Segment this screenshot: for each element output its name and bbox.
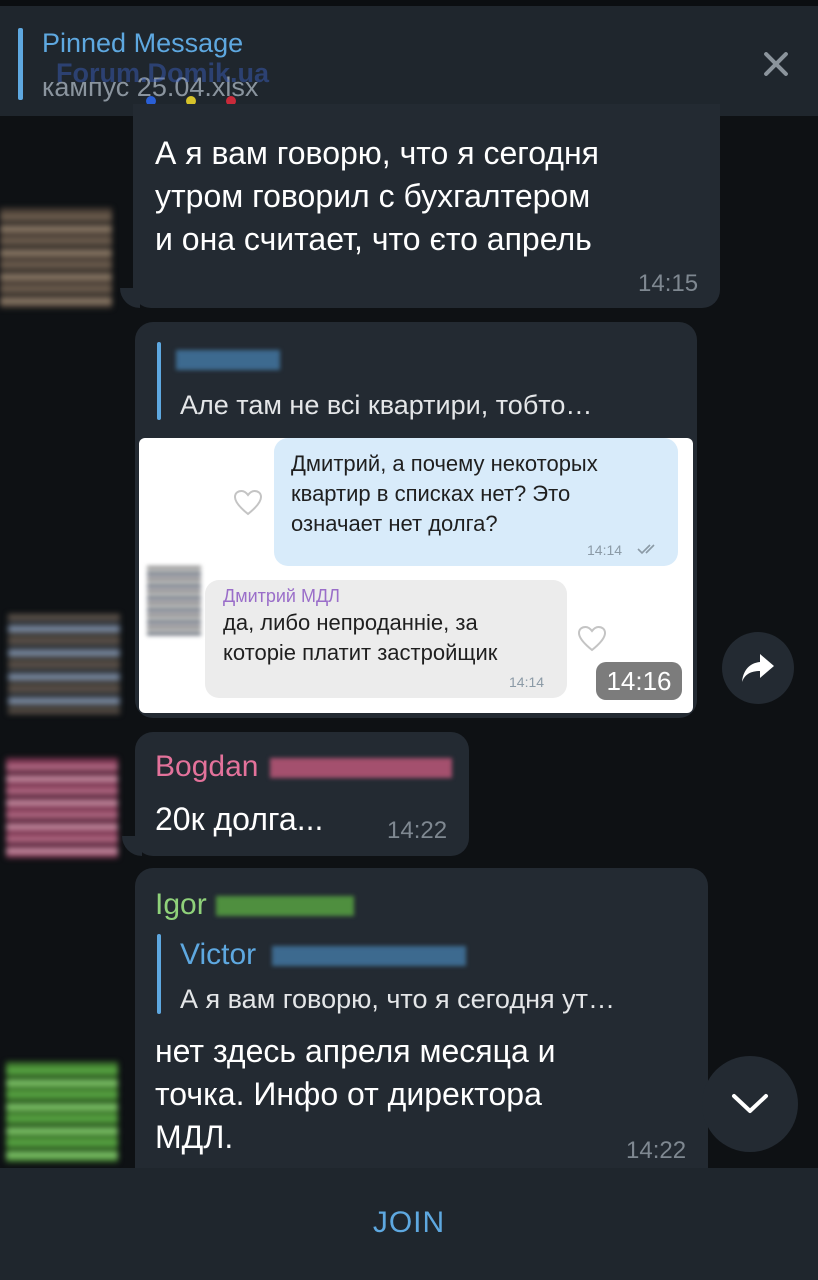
- double-check-icon: [637, 544, 655, 555]
- reply-name-redacted: [176, 350, 280, 370]
- sender-name[interactable]: Bogdan: [155, 750, 258, 784]
- pinned-message-panel[interactable]: Pinned Message кампус 25.04.xlsx Forum.D…: [0, 0, 818, 116]
- message-text: и она считает, что єто апрель: [155, 221, 592, 257]
- screenshot-text: да, либо непроданніе, за: [223, 610, 478, 635]
- reply-name-redacted: [272, 946, 466, 966]
- message-text: МДЛ.: [155, 1119, 234, 1155]
- sender-name-redacted: [216, 896, 354, 916]
- message-time: 14:22: [387, 817, 448, 844]
- share-button[interactable]: [722, 632, 794, 704]
- join-bar: JOIN: [0, 1168, 818, 1280]
- reply-accent-bar: [157, 342, 161, 420]
- message-time: 14:22: [626, 1137, 687, 1164]
- message-time: 14:15: [638, 270, 699, 297]
- message-text: А я вам говорю, что я сегодня: [155, 135, 599, 171]
- avatar[interactable]: [6, 758, 118, 858]
- reply-quote[interactable]: А я вам говорю, что я сегодня ут…: [180, 984, 615, 1015]
- avatar[interactable]: [8, 614, 120, 714]
- reply-quote[interactable]: Але там не всі квартири, тобто…: [180, 390, 592, 421]
- heart-icon: [577, 625, 607, 652]
- share-icon: [742, 654, 774, 682]
- join-button[interactable]: JOIN: [0, 1206, 818, 1240]
- watermark: Forum.Domik.ua: [56, 58, 270, 88]
- avatar[interactable]: [0, 208, 112, 308]
- sender-name[interactable]: Igor: [155, 888, 207, 922]
- chevron-down-icon: [732, 1094, 768, 1113]
- screenshot-avatar: [147, 566, 201, 636]
- pinned-title: Pinned Message: [42, 28, 244, 58]
- screenshot-text: которіе платит застройщик: [223, 640, 498, 665]
- message-text: точка. Инфо от директора: [155, 1076, 542, 1112]
- screenshot-text: Дмитрий, а почему некоторых: [291, 451, 598, 476]
- message-text: утром говорил с бухгалтером: [155, 178, 591, 214]
- pinned-accent-bar: [18, 28, 23, 100]
- scroll-down-button[interactable]: [702, 1056, 798, 1152]
- message-text: 20к долга...: [155, 801, 324, 837]
- screenshot-sender-name: Дмитрий МДЛ: [223, 586, 340, 606]
- close-icon[interactable]: [758, 46, 794, 82]
- screenshot-text: означает нет долга?: [291, 511, 498, 536]
- heart-icon: [233, 489, 263, 516]
- reply-accent-bar: [157, 934, 161, 1014]
- screenshot-text: квартир в списках нет? Это: [291, 481, 571, 506]
- sender-name-redacted: [270, 758, 452, 778]
- reply-sender-name: Victor: [180, 938, 257, 971]
- message-text: нет здесь апреля месяца и: [155, 1033, 556, 1069]
- avatar[interactable]: [6, 1062, 118, 1162]
- screenshot-time: 14:14: [587, 542, 623, 558]
- message-time: 14:16: [596, 662, 682, 700]
- screenshot-time: 14:14: [509, 674, 545, 690]
